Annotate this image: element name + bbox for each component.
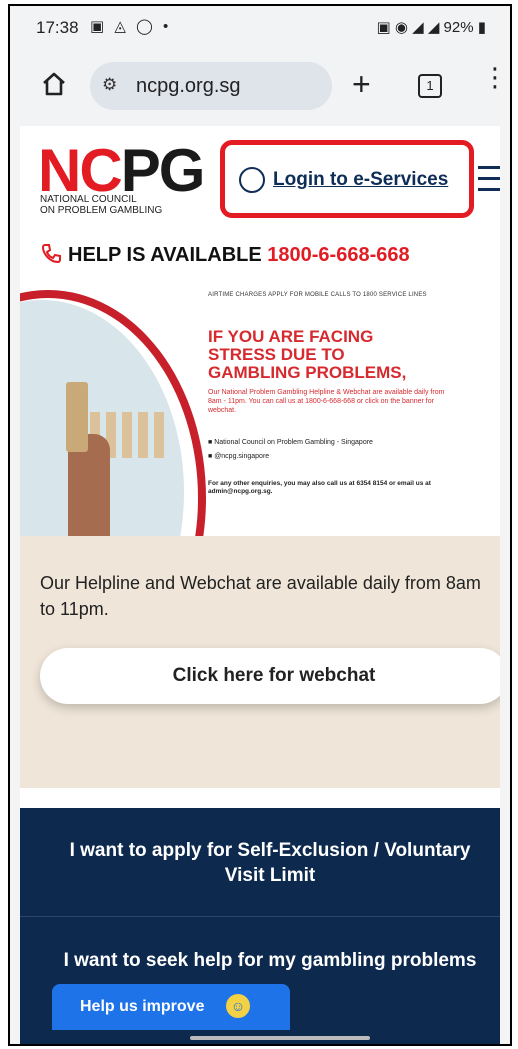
availability-section: Our Helpline and Webchat are available d… xyxy=(20,536,500,788)
tab-switcher-button[interactable]: 1 xyxy=(418,74,442,98)
domino-piece xyxy=(154,412,164,458)
more-menu-icon[interactable]: ⋮ xyxy=(482,64,500,90)
facebook-handle: ■ National Council on Problem Gambling -… xyxy=(208,439,373,446)
address-bar[interactable]: ⚙ ncpg.org.sg xyxy=(90,62,332,110)
domino-piece xyxy=(138,412,148,458)
battery-icon: ▮ xyxy=(473,19,486,36)
banner-fineprint: AIRTIME CHARGES APPLY FOR MOBILE CALLS T… xyxy=(208,292,427,298)
smiley-icon: ☺ xyxy=(226,994,250,1018)
url-text: ncpg.org.sg xyxy=(136,75,241,97)
banner-social: ■ National Council on Problem Gambling -… xyxy=(208,436,373,464)
login-link[interactable]: Login to e-Services xyxy=(273,169,448,191)
site-settings-icon[interactable]: ⚙ xyxy=(102,75,117,95)
phone-icon xyxy=(41,244,61,264)
stop-block-image xyxy=(66,382,88,452)
home-icon[interactable] xyxy=(40,70,68,98)
helpline-number[interactable]: 1800-6-668-668 xyxy=(267,244,409,266)
section-gap xyxy=(20,788,500,808)
battery-percent: 92% xyxy=(443,19,474,36)
browser-toolbar: ⚙ ncpg.org.sg + 1 ⋮ xyxy=(20,46,500,126)
screenshot-frame: 17:38 ▣ ◬ ◯ • ▣ ◉ ◢ ◢ 92% ▮ ⚙ ncpg.org.s… xyxy=(8,4,512,1046)
gesture-bar[interactable] xyxy=(190,1036,370,1040)
help-line: HELP IS AVAILABLE 1800-6-668-668 xyxy=(40,242,410,267)
help-us-improve-button[interactable]: Help us improve ☺ xyxy=(52,984,290,1030)
signal-icons: ▣ ◉ ◢ ◢ xyxy=(376,19,444,36)
self-exclusion-link[interactable]: I want to apply for Self-Exclusion / Vol… xyxy=(50,838,490,888)
availability-text: Our Helpline and Webchat are available d… xyxy=(40,573,481,619)
hamburger-menu-icon[interactable] xyxy=(478,166,500,192)
help-us-improve-label: Help us improve xyxy=(80,998,205,1015)
status-bar: 17:38 ▣ ◬ ◯ • ▣ ◉ ◢ ◢ 92% ▮ xyxy=(20,6,500,46)
site-header: NCPG NATIONAL COUNCIL ON PROBLEM GAMBLIN… xyxy=(20,126,500,228)
help-prefix: HELP IS AVAILABLE xyxy=(68,244,268,266)
logo-line2: ON PROBLEM GAMBLING xyxy=(40,205,163,216)
logo-subtitle: NATIONAL COUNCIL ON PROBLEM GAMBLING xyxy=(40,194,162,216)
new-tab-button[interactable]: + xyxy=(352,64,371,104)
notification-icons: ▣ ◬ ◯ • xyxy=(90,18,172,35)
status-time: 17:38 xyxy=(36,18,79,37)
banner-headline: IF YOU ARE FACING STRESS DUE TO GAMBLING… xyxy=(208,327,407,382)
battery-level: ▣ ◉ ◢ ◢ 92% ▮ xyxy=(377,18,486,36)
webchat-button[interactable]: Click here for webchat xyxy=(40,648,500,704)
login-highlight-box: Login to e-Services xyxy=(220,140,474,218)
instagram-handle: ■ @ncpg.singapore xyxy=(208,453,270,460)
ncpg-logo[interactable]: NCPG NATIONAL COUNCIL ON PROBLEM GAMBLIN… xyxy=(38,137,205,222)
domino-piece xyxy=(122,412,132,458)
divider xyxy=(20,916,500,917)
helpline-banner[interactable]: AIRTIME CHARGES APPLY FOR MOBILE CALLS T… xyxy=(20,284,500,536)
phone-screen: 17:38 ▣ ◬ ◯ • ▣ ◉ ◢ ◢ 92% ▮ ⚙ ncpg.org.s… xyxy=(20,6,500,1044)
user-icon xyxy=(239,167,265,193)
banner-other-enquiries: For any other enquiries, you may also ca… xyxy=(208,480,431,495)
logo-line1: NATIONAL COUNCIL xyxy=(40,194,137,205)
seek-help-link[interactable]: I want to seek help for my gambling prob… xyxy=(50,948,490,973)
banner-body: Our National Problem Gambling Helpline &… xyxy=(208,389,445,414)
